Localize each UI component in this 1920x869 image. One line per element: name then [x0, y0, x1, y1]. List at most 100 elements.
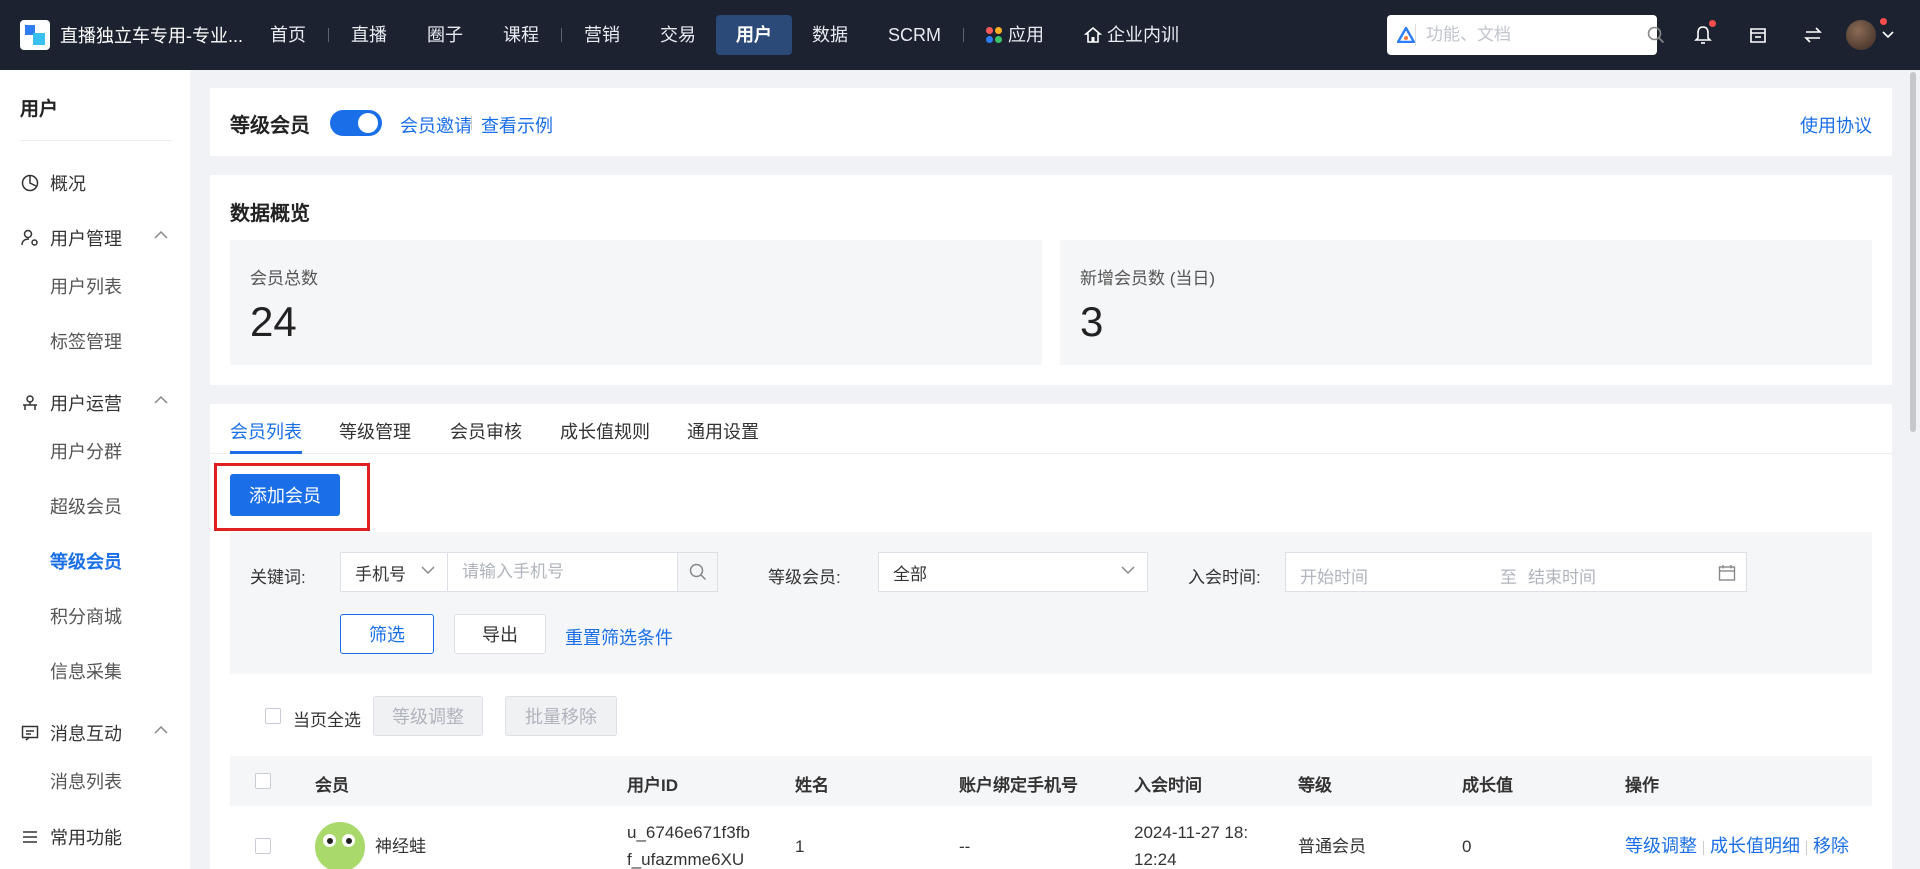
chevron-down-icon: [421, 566, 435, 575]
growth-detail-link[interactable]: 成长值明细: [1710, 836, 1800, 856]
sidebar-item-user-segment[interactable]: 用户分群: [50, 437, 122, 467]
tab-member-review[interactable]: 会员审核: [450, 418, 522, 454]
building-icon: [1084, 26, 1102, 43]
sidebar-group-message[interactable]: 消息互动: [20, 715, 180, 751]
pie-chart-icon: [20, 173, 40, 193]
tab-level-management[interactable]: 等级管理: [339, 418, 411, 454]
remove-link[interactable]: 移除: [1813, 836, 1849, 856]
member-list-card: 会员列表 等级管理 会员审核 成长值规则 通用设置 添加会员 关键词: 手机号 …: [210, 404, 1892, 869]
keyword-type-select[interactable]: 手机号: [340, 552, 448, 592]
member-invite-link[interactable]: 会员邀请: [400, 112, 472, 138]
sidebar-item-user-list[interactable]: 用户列表: [50, 272, 122, 302]
join-date-range-picker[interactable]: 开始时间 至 结束时间: [1285, 552, 1747, 592]
header-checkbox[interactable]: [255, 773, 271, 789]
sidebar-item-message-list[interactable]: 消息列表: [50, 767, 122, 797]
op-separator: [1703, 840, 1704, 855]
global-search-input[interactable]: [1415, 24, 1647, 46]
level-member-toggle[interactable]: [330, 110, 382, 136]
nav-marketing[interactable]: 营销: [564, 15, 640, 55]
level-cell: 普通会员: [1298, 837, 1366, 856]
nav-live[interactable]: 直播: [331, 15, 407, 55]
message-icon: [20, 723, 40, 743]
stat-value: 3: [1080, 298, 1104, 345]
bulk-level-adjust-button[interactable]: 等级调整: [373, 696, 483, 736]
reset-filter-link[interactable]: 重置筛选条件: [565, 624, 673, 650]
phone-search-input[interactable]: [448, 552, 678, 592]
level-label: 等级会员:: [768, 568, 841, 587]
nav-trade[interactable]: 交易: [640, 15, 716, 55]
sidebar-item-label: 概况: [50, 174, 86, 194]
column-header: 账户绑定手机号: [959, 776, 1078, 795]
row-actions: 等级调整 成长值明细 移除: [1625, 834, 1849, 859]
bulk-remove-button[interactable]: 批量移除: [505, 696, 617, 736]
top-actions: [1675, 0, 1900, 70]
nav-training[interactable]: 企业内训: [1064, 15, 1199, 55]
sidebar-group-label: 用户运营: [50, 394, 122, 414]
view-example-link[interactable]: 查看示例: [481, 112, 553, 138]
join-time-line2: 12:24: [1134, 850, 1177, 869]
export-button[interactable]: 导出: [454, 614, 546, 654]
growth-cell: 0: [1462, 837, 1472, 856]
sidebar-group-label: 消息互动: [50, 724, 122, 744]
page-scrollbar[interactable]: [1906, 70, 1920, 869]
sidebar-item-super-member[interactable]: 超级会员: [50, 492, 122, 522]
join-time-line1: 2024-11-27 18:: [1134, 823, 1249, 842]
avatar: [1846, 20, 1876, 50]
nav-data[interactable]: 数据: [792, 15, 868, 55]
link-separator: [471, 116, 472, 130]
sidebar-item-tag-management[interactable]: 标签管理: [50, 327, 122, 357]
global-search[interactable]: [1387, 15, 1665, 55]
stat-new-members: 新增会员数 (当日) 3: [1060, 240, 1872, 365]
level-member-header: 等级会员 会员邀请 查看示例 使用协议: [210, 88, 1892, 156]
column-header: 会员: [315, 776, 349, 795]
member-name-link[interactable]: 神经蛙: [375, 834, 426, 859]
shop-icon[interactable]: [1730, 0, 1785, 70]
nav-apps[interactable]: 应用: [966, 15, 1064, 55]
chevron-down-icon: [1882, 31, 1894, 39]
usage-agreement-link[interactable]: 使用协议: [1800, 112, 1872, 138]
main-nav: 首页 直播 圈子 课程 营销 交易 用户 数据 SCRM 应用 企业内训: [250, 0, 1199, 70]
select-all-checkbox[interactable]: [265, 708, 281, 724]
level-select[interactable]: 全部: [878, 552, 1148, 592]
sidebar-title: 用户: [20, 99, 59, 120]
app-title: 直播独立车专用-专业...: [60, 26, 243, 46]
switch-icon[interactable]: [1785, 0, 1840, 70]
op-separator: [1806, 840, 1807, 855]
keyword-type-value: 手机号: [355, 564, 406, 584]
section-title: 数据概览: [230, 203, 310, 225]
search-icon[interactable]: [1647, 26, 1665, 44]
sidebar-item-level-member[interactable]: 等级会员: [50, 547, 122, 577]
nav-user[interactable]: 用户: [716, 15, 792, 55]
add-member-button[interactable]: 添加会员: [230, 474, 340, 516]
sidebar-item-overview[interactable]: 概况: [20, 165, 180, 201]
level-select-value: 全部: [893, 564, 927, 584]
date-start-placeholder: 开始时间: [1300, 568, 1368, 587]
nav-course[interactable]: 课程: [483, 15, 559, 55]
sidebar-group-user-operation[interactable]: 用户运营: [20, 385, 180, 421]
search-icon[interactable]: [678, 552, 718, 592]
keyword-label: 关键词:: [250, 568, 306, 587]
nav-home[interactable]: 首页: [250, 15, 326, 55]
sidebar-item-info-collection[interactable]: 信息采集: [50, 657, 122, 687]
data-overview-card: 数据概览 会员总数 24 新增会员数 (当日) 3: [210, 175, 1892, 385]
notification-bell-icon[interactable]: [1675, 0, 1730, 70]
nav-scrm[interactable]: SCRM: [868, 15, 961, 55]
chevron-up-icon: [154, 725, 168, 734]
stat-label: 会员总数: [250, 269, 318, 288]
name-cell: 1: [795, 837, 805, 856]
filter-button[interactable]: 筛选: [340, 614, 434, 654]
user-avatar-menu[interactable]: [1840, 0, 1900, 70]
scrollbar-thumb[interactable]: [1910, 72, 1916, 432]
level-adjust-link[interactable]: 等级调整: [1625, 836, 1697, 856]
app-logo[interactable]: 直播独立车专用-专业...: [20, 20, 250, 50]
tab-member-list[interactable]: 会员列表: [230, 418, 302, 454]
sidebar-item-points-mall[interactable]: 积分商城: [50, 602, 122, 632]
date-end-placeholder: 结束时间: [1528, 568, 1596, 587]
sidebar-item-common-functions[interactable]: 常用功能: [20, 819, 180, 855]
tab-general-settings[interactable]: 通用设置: [687, 418, 759, 454]
tab-growth-rules[interactable]: 成长值规则: [560, 418, 650, 454]
nav-separator: [963, 28, 964, 42]
row-checkbox[interactable]: [255, 838, 271, 854]
nav-circle[interactable]: 圈子: [407, 15, 483, 55]
sidebar-group-user-management[interactable]: 用户管理: [20, 220, 180, 256]
